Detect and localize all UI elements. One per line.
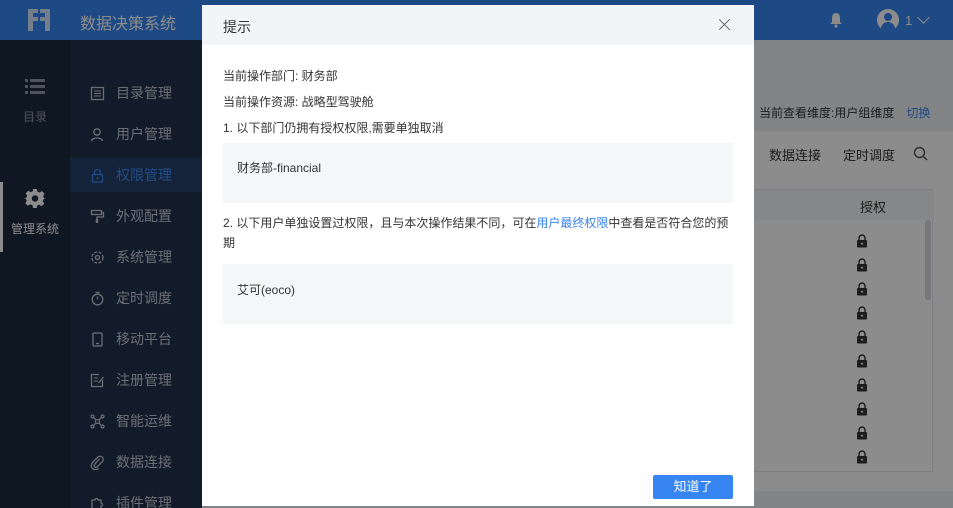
user-list-box: 艾可(eoco) xyxy=(223,264,733,324)
current-department: 当前操作部门: 财务部 xyxy=(223,69,338,83)
section-2-text: 2. 以下用户单独设置过权限，且与本次操作结果不同，可在用户最终权限中查看是否符… xyxy=(223,213,735,253)
user-item: 艾可(eoco) xyxy=(237,283,296,297)
dialog-title: 提示 xyxy=(223,19,251,35)
department-list-box: 财务部-financial xyxy=(223,143,733,203)
current-resource: 当前操作资源: 战略型驾驶舱 xyxy=(223,95,374,109)
final-permission-link[interactable]: 用户最终权限 xyxy=(536,216,608,230)
section-1-text: 1. 以下部门仍拥有授权权限,需要单独取消 xyxy=(223,121,444,135)
ok-button[interactable]: 知道了 xyxy=(653,475,733,499)
dialog-header: 提示 xyxy=(202,5,754,45)
department-item: 财务部-financial xyxy=(237,161,322,175)
close-icon[interactable] xyxy=(718,18,731,31)
section-2-text-start: 2. 以下用户单独设置过权限，且与本次操作结果不同，可在 xyxy=(223,216,537,230)
notice-dialog: 提示 当前操作部门: 财务部 当前操作资源: 战略型驾驶舱 1. 以下部门仍拥有… xyxy=(202,5,754,506)
